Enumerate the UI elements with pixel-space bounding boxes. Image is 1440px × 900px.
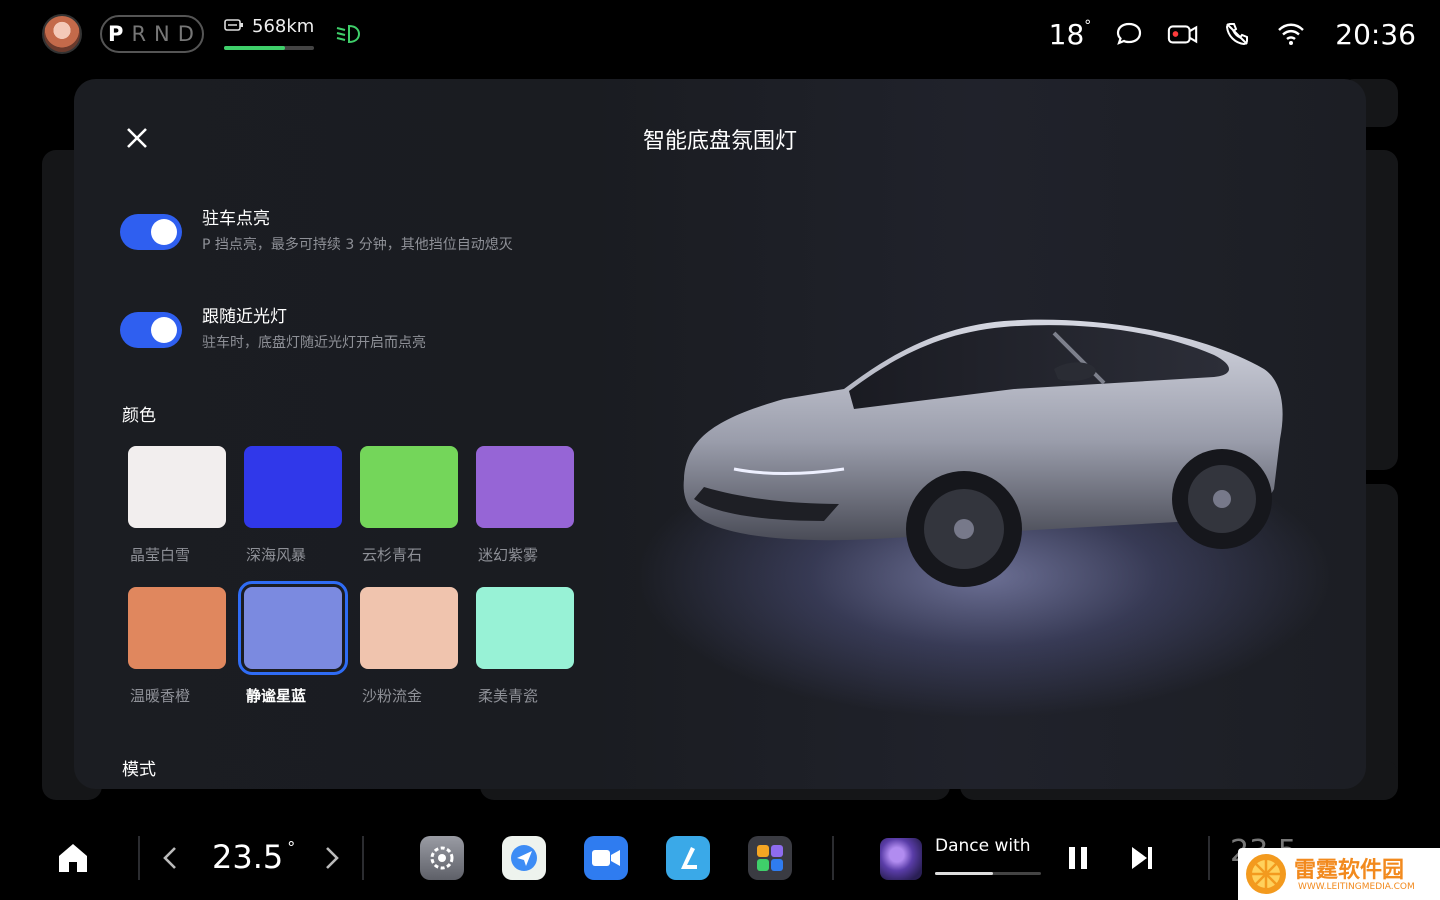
low-beam-icon bbox=[336, 24, 361, 44]
range-indicator: 568km bbox=[224, 16, 316, 52]
color-chip bbox=[360, 587, 458, 669]
camera-icon[interactable] bbox=[1167, 18, 1199, 50]
color-chip bbox=[476, 446, 574, 528]
color-swatch[interactable]: 静谧星蓝 bbox=[238, 581, 348, 706]
chevron-left-icon[interactable] bbox=[160, 844, 180, 872]
dock-divider bbox=[1208, 836, 1210, 880]
color-name: 晶莹白雪 bbox=[130, 546, 191, 564]
music-progress-bar[interactable] bbox=[935, 872, 1041, 875]
ambient-light-modal: 智能底盘氛围灯 驻车点亮 P 挡点亮，最多可持续 3 分钟，其他挡位自动熄灭 跟… bbox=[74, 79, 1366, 789]
setting-description: 驻车时，底盘灯随近光灯开启而点亮 bbox=[202, 335, 426, 351]
gear-n: N bbox=[154, 22, 172, 46]
dock-divider bbox=[362, 836, 364, 880]
pause-icon[interactable] bbox=[1064, 844, 1092, 872]
app-grid-icon[interactable] bbox=[748, 836, 792, 880]
color-section-label: 颜色 bbox=[122, 406, 156, 426]
gear-r: R bbox=[131, 22, 149, 46]
watermark: 雷霆软件园 WWW.LEITINGMEDIA.COM bbox=[1238, 848, 1440, 900]
ev-battery-icon bbox=[224, 19, 243, 31]
wifi-icon[interactable] bbox=[1275, 18, 1307, 50]
watermark-subtext: WWW.LEITINGMEDIA.COM bbox=[1298, 882, 1415, 892]
climate-control: 23.5 ° bbox=[160, 836, 350, 880]
watermark-text: 雷霆软件园 bbox=[1294, 858, 1405, 883]
color-swatch[interactable]: 晶莹白雪 bbox=[128, 446, 226, 565]
next-track-icon[interactable] bbox=[1128, 844, 1156, 872]
color-chip bbox=[238, 581, 348, 675]
range-value: 568km bbox=[252, 16, 315, 37]
clock: 20:36 bbox=[1335, 17, 1416, 51]
color-swatch[interactable]: 柔美青瓷 bbox=[476, 587, 574, 706]
gear-d: D bbox=[177, 22, 196, 46]
climate-temperature: 23.5 ° bbox=[212, 838, 296, 876]
parking-light-toggle[interactable] bbox=[120, 214, 182, 250]
dock-divider bbox=[832, 836, 834, 880]
color-chip bbox=[244, 446, 342, 528]
dock-divider bbox=[138, 836, 140, 880]
range-bar bbox=[224, 46, 314, 50]
modal-title: 智能底盘氛围灯 bbox=[642, 129, 797, 154]
color-chip bbox=[476, 587, 574, 669]
color-name: 云杉青石 bbox=[362, 546, 423, 564]
status-bar: P R N D 568km 18° 20:36 bbox=[0, 0, 1440, 70]
color-chip bbox=[128, 587, 226, 669]
color-swatch[interactable]: 深海风暴 bbox=[244, 446, 342, 565]
setting-title: 驻车点亮 bbox=[202, 209, 270, 229]
color-swatch[interactable]: 云杉青石 bbox=[360, 446, 458, 565]
color-name: 柔美青瓷 bbox=[478, 687, 539, 705]
music-title: Dance with bbox=[935, 836, 1031, 856]
orange-logo-icon bbox=[1246, 854, 1286, 894]
color-name: 温暖香橙 bbox=[130, 687, 191, 705]
settings-app-icon[interactable] bbox=[420, 836, 464, 880]
phone-icon[interactable] bbox=[1221, 18, 1253, 50]
seat-app-icon[interactable] bbox=[666, 836, 710, 880]
car-illustration bbox=[683, 319, 1283, 587]
mode-section-label: 模式 bbox=[122, 760, 156, 780]
outside-temperature: 18° bbox=[1048, 17, 1092, 51]
color-name: 深海风暴 bbox=[246, 546, 307, 564]
setting-description: P 挡点亮，最多可持续 3 分钟，其他挡位自动熄灭 bbox=[202, 237, 513, 253]
video-call-app-icon[interactable] bbox=[584, 836, 628, 880]
color-chip bbox=[128, 446, 226, 528]
home-icon[interactable] bbox=[54, 838, 92, 876]
color-chip bbox=[360, 446, 458, 528]
navigation-app-icon[interactable] bbox=[502, 836, 546, 880]
color-name: 静谧星蓝 bbox=[246, 687, 307, 705]
follow-low-beam-toggle[interactable] bbox=[120, 312, 182, 348]
user-avatar[interactable] bbox=[42, 14, 82, 54]
message-icon[interactable] bbox=[1113, 18, 1145, 50]
gear-indicator: P R N D bbox=[100, 15, 204, 53]
album-art[interactable] bbox=[880, 838, 922, 880]
color-name: 沙粉流金 bbox=[362, 687, 423, 705]
setting-title: 跟随近光灯 bbox=[202, 307, 287, 327]
color-swatch[interactable]: 迷幻紫雾 bbox=[476, 446, 574, 565]
color-swatch[interactable]: 沙粉流金 bbox=[360, 587, 458, 706]
bottom-dock: 23.5° Dance with 23.5 bbox=[0, 818, 1440, 900]
gear-p: P bbox=[108, 22, 126, 46]
color-name: 迷幻紫雾 bbox=[478, 546, 539, 564]
chevron-right-icon[interactable] bbox=[322, 844, 342, 872]
color-swatch[interactable]: 温暖香橙 bbox=[128, 587, 226, 706]
